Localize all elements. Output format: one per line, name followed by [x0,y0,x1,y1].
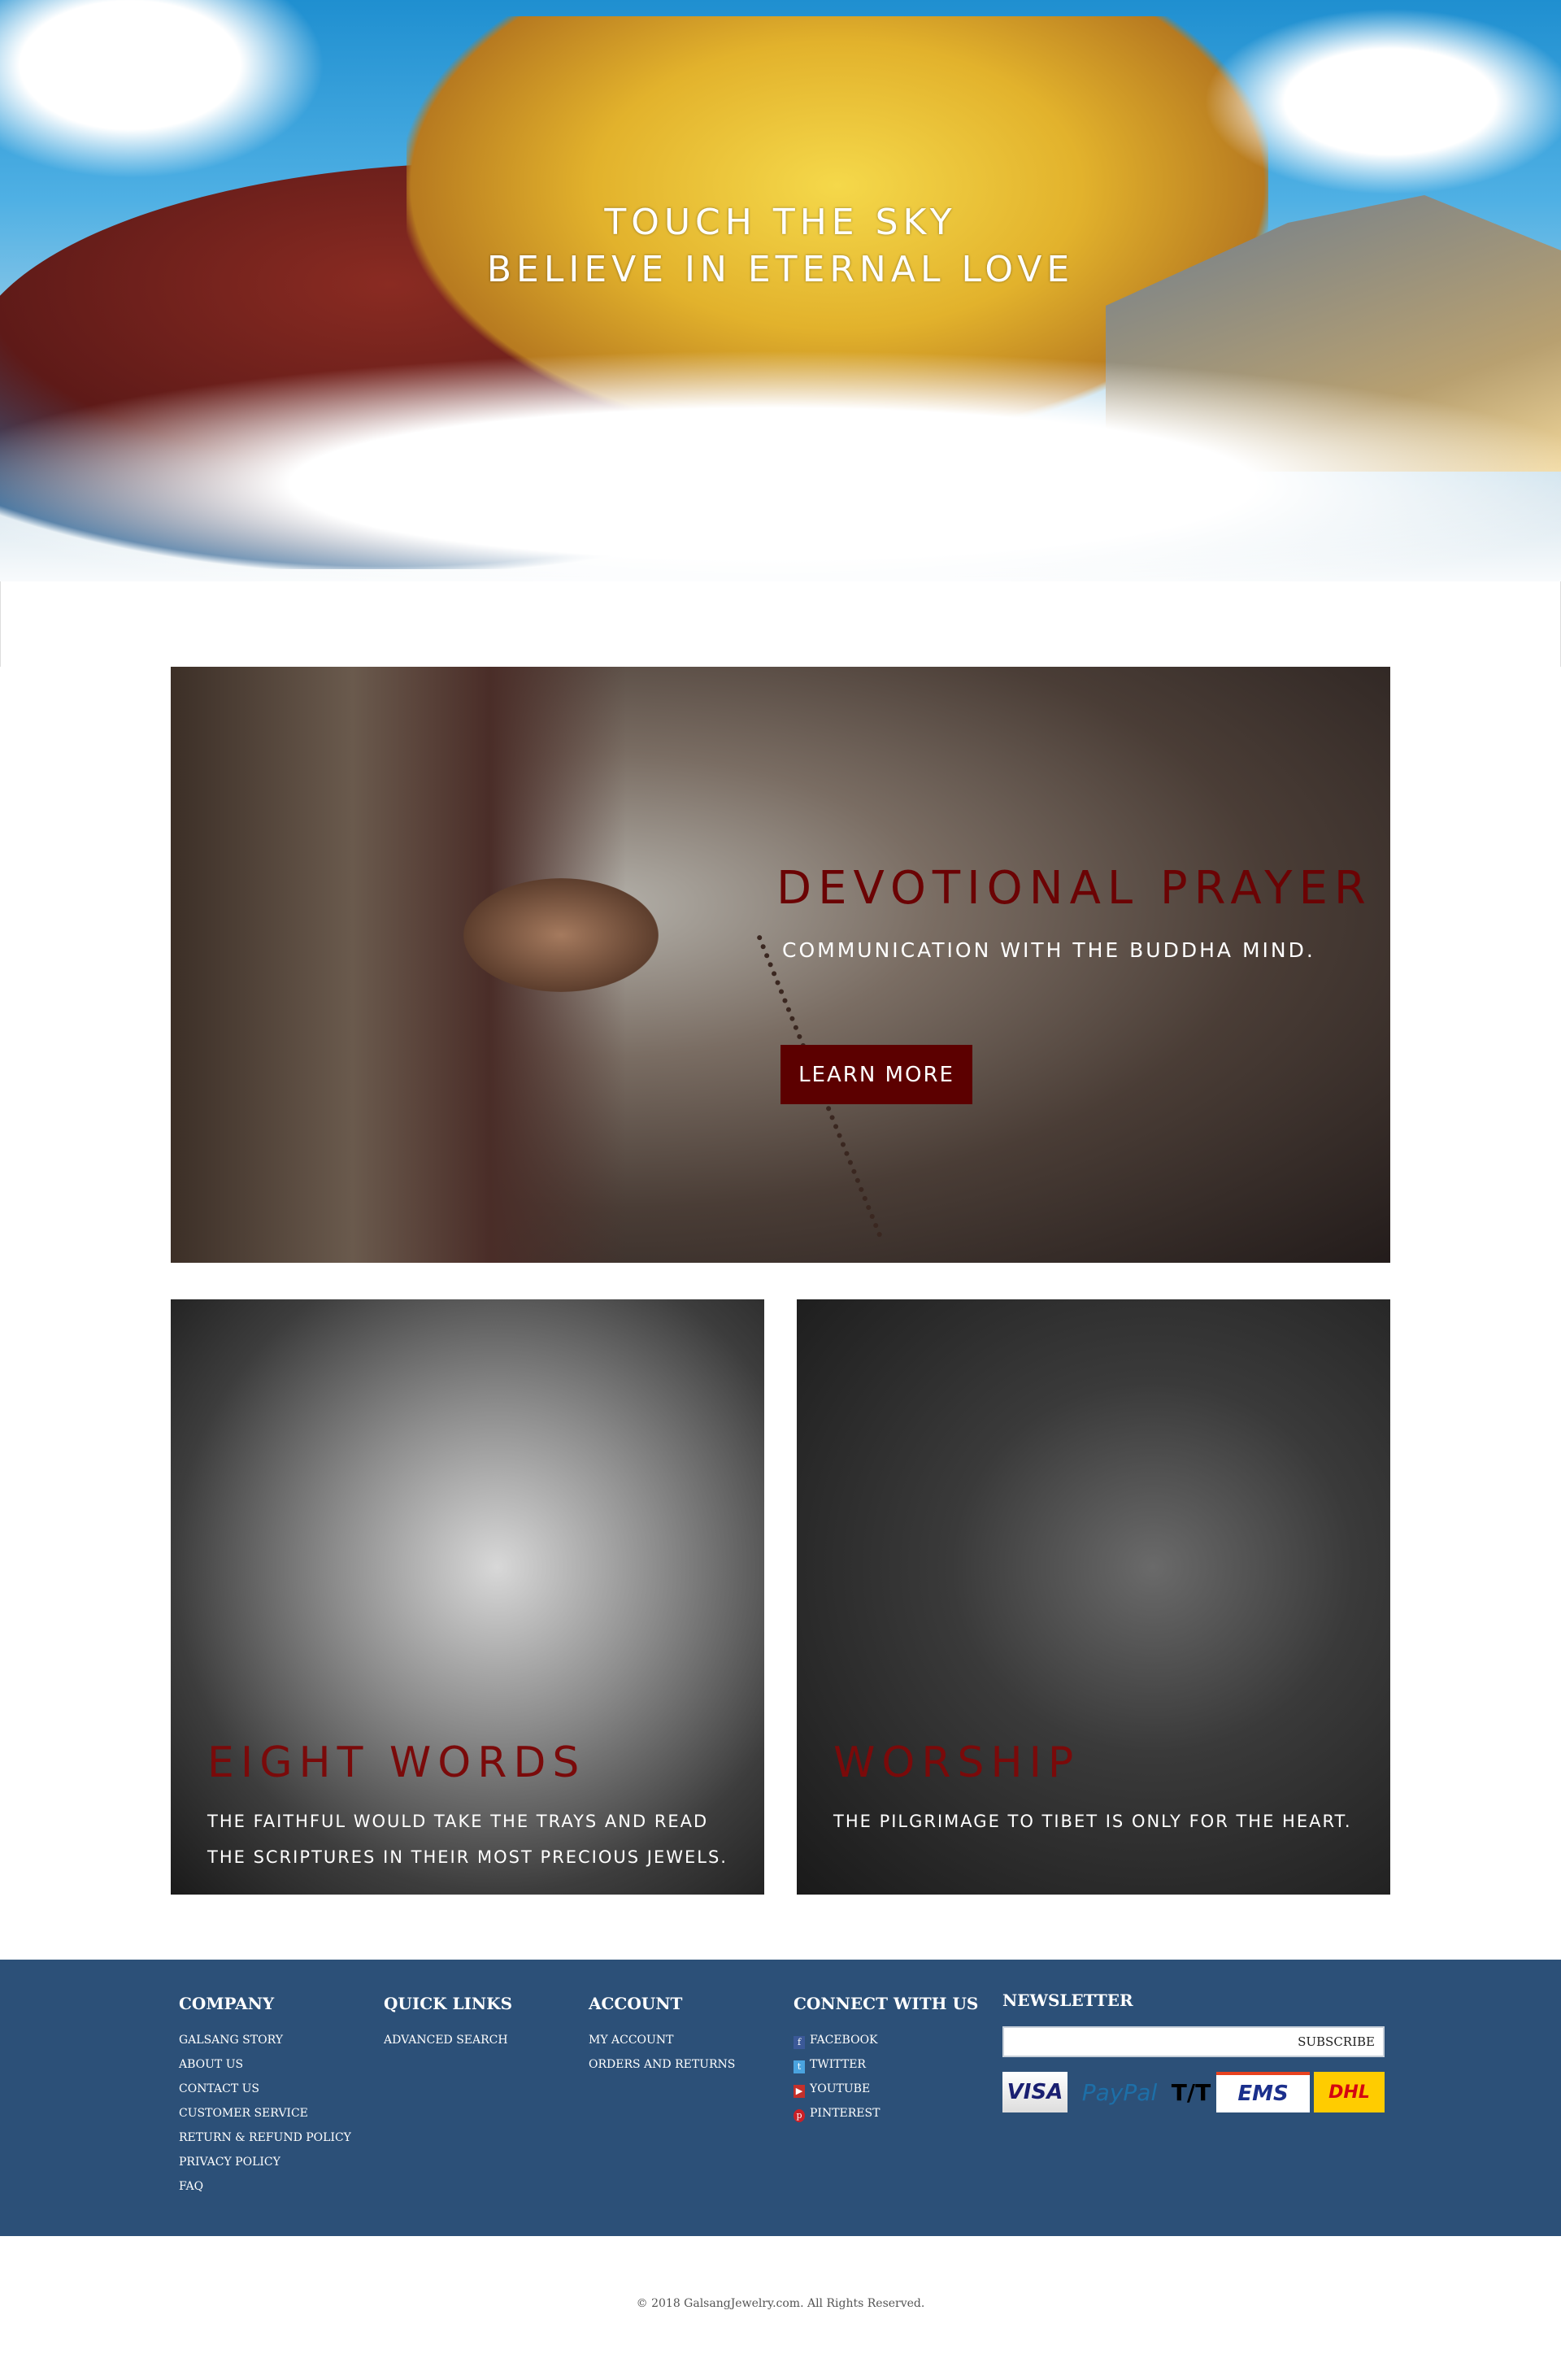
newsletter-heading: NEWSLETTER [1002,1991,1133,2010]
tt-logo: T/T [1171,2078,1211,2106]
pinterest-icon: p [794,2109,805,2122]
footer-connect: CONNECT WITH US f FACEBOOK t TWITTER ▶ YOUT… [794,1994,978,2125]
footer-link-customer-service[interactable]: CUSTOMER SERVICE [179,2101,351,2125]
footer-quick-links: QUICK LINKS ADVANCED SEARCH [384,1994,512,2052]
footer-link-galsang-story[interactable]: GALSANG STORY [179,2028,351,2052]
youtube-icon: ▶ [794,2085,805,2098]
banner-subtitle: COMMUNICATION WITH THE BUDDHA MIND. [782,938,1315,962]
newsletter-email-input[interactable] [1004,2028,1289,2056]
learn-more-button[interactable]: LEARN MORE [780,1045,972,1104]
footer-account: ACCOUNT MY ACCOUNT ORDERS AND RETURNS [589,1994,735,2077]
card-title: EIGHT WORDS [207,1738,586,1787]
newsletter-form: SUBSCRIBE [1002,2026,1385,2057]
footer-link-twitter[interactable]: t TWITTER [794,2052,978,2077]
hero-banner: TOUCH THE SKY BELIEVE IN ETERNAL LOVE [0,0,1561,667]
devotional-prayer-banner: DEVOTIONAL PRAYER COMMUNICATION WITH THE… [171,667,1390,1263]
footer-link-refund-policy[interactable]: RETURN & REFUND POLICY [179,2125,351,2150]
footer-link-privacy-policy[interactable]: PRIVACY POLICY [179,2150,351,2174]
cloud [1203,8,1561,195]
visa-logo: VISA [1002,2072,1067,2112]
footer-link-orders-returns[interactable]: ORDERS AND RETURNS [589,2052,735,2077]
footer-heading: ACCOUNT [589,1994,683,2013]
facebook-icon: f [794,2036,805,2049]
dhl-logo: DHL [1314,2072,1385,2112]
footer-link-youtube[interactable]: ▶ YOUTUBE [794,2077,978,2101]
footer-link-faq[interactable]: FAQ [179,2174,351,2199]
paypal-logo: PayPal [1081,2078,1158,2106]
footer-link-pinterest[interactable]: p PINTEREST [794,2101,978,2125]
ems-logo: EMS [1216,2072,1310,2112]
card-title: WORSHIP [833,1738,1081,1787]
newsletter: NEWSLETTER [1002,1991,1133,2010]
card-eight-words[interactable]: EIGHT WORDS THE FAITHFUL WOULD TAKE THE … [171,1299,764,1895]
footer-link-about-us[interactable]: ABOUT US [179,2052,351,2077]
card-text: THE FAITHFUL WOULD TAKE THE TRAYS AND RE… [207,1812,728,1867]
hero-line-1: TOUCH THE SKY [604,202,957,243]
hero-line-2: BELIEVE IN ETERNAL LOVE [486,249,1075,290]
footer-link-my-account[interactable]: MY ACCOUNT [589,2028,735,2052]
hands-image [463,878,659,992]
footer-heading: CONNECT WITH US [794,1994,979,2013]
banner-title: DEVOTIONAL PRAYER [776,862,1372,915]
card-text: THE PILGRIMAGE TO TIBET IS ONLY FOR THE … [833,1812,1352,1831]
footer-link-contact-us[interactable]: CONTACT US [179,2077,351,2101]
footer: COMPANY GALSANG STORY ABOUT US CONTACT U… [0,1960,1561,2236]
footer-heading: COMPANY [179,1994,275,2013]
twitter-icon: t [794,2060,805,2073]
cloud [0,0,325,179]
hero-spacer [0,581,1561,667]
card-worship[interactable]: WORSHIP THE PILGRIMAGE TO TIBET IS ONLY … [797,1299,1390,1895]
footer-company: COMPANY GALSANG STORY ABOUT US CONTACT U… [179,1994,351,2199]
link-label: YOUTUBE [810,2082,871,2095]
footer-heading: QUICK LINKS [384,1994,513,2013]
cloud [0,350,1561,618]
link-label: FACEBOOK [810,2034,878,2047]
subscribe-button[interactable]: SUBSCRIBE [1298,2034,1375,2049]
footer-link-advanced-search[interactable]: ADVANCED SEARCH [384,2028,512,2052]
link-label: PINTEREST [810,2107,881,2120]
footer-link-facebook[interactable]: f FACEBOOK [794,2028,978,2052]
copyright: © 2018 GalsangJewelry.com. All Rights Re… [636,2297,925,2310]
link-label: TWITTER [810,2058,866,2071]
